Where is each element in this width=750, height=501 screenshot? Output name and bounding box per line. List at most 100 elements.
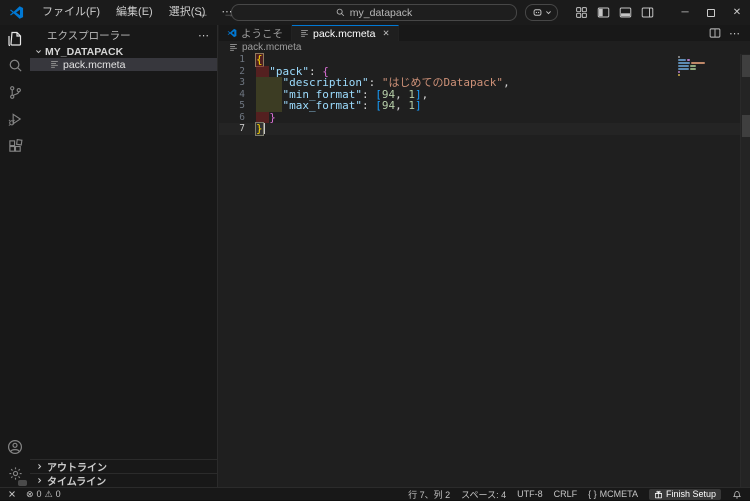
code-token: }	[269, 112, 276, 124]
folder-name: MY_DATAPACK	[45, 46, 123, 58]
vscode-logo-icon	[9, 5, 24, 20]
indentation-setting[interactable]: スペース: 4	[461, 488, 506, 501]
tab-label: pack.mcmeta	[313, 28, 375, 40]
tab-label: ようこそ	[241, 26, 283, 41]
code-lines: 1{2"pack": {3"description": "はじめてのDatapa…	[219, 54, 750, 135]
line-number: 4	[219, 89, 245, 101]
code-line-3[interactable]: 3"description": "はじめてのDatapack",	[219, 77, 750, 89]
breadcrumb[interactable]: pack.mcmeta	[219, 41, 750, 54]
remote-indicator-icon[interactable]	[7, 489, 17, 499]
file-pack-mcmeta[interactable]: pack.mcmeta	[30, 58, 217, 71]
minimap-mark	[690, 68, 696, 70]
copilot-icon	[532, 7, 543, 18]
explorer-more-actions-icon[interactable]: ⋯	[198, 29, 209, 42]
split-editor-icon[interactable]	[709, 27, 721, 39]
code-token: ]	[415, 100, 422, 112]
extensions-icon[interactable]	[0, 133, 30, 160]
minimap-row	[678, 65, 710, 67]
chevron-down-icon	[545, 9, 552, 16]
tab-pack-mcmeta[interactable]: pack.mcmeta ✕	[292, 25, 399, 41]
eol-setting[interactable]: CRLF	[554, 489, 578, 499]
minimap-row	[678, 68, 710, 70]
code-line-1[interactable]: 1{	[219, 54, 750, 66]
minimap-mark	[678, 68, 689, 70]
code-token: "max_format"	[282, 100, 361, 112]
more-actions-icon[interactable]: ⋯	[729, 27, 740, 40]
customize-layout-icon[interactable]	[575, 6, 588, 19]
tab-welcome[interactable]: ようこそ	[219, 25, 292, 41]
code-line-6[interactable]: 6}	[219, 112, 750, 124]
tab-close-icon[interactable]: ✕	[382, 28, 389, 39]
text-cursor	[264, 123, 265, 134]
code-token: "description"	[282, 77, 368, 89]
gift-icon	[654, 490, 663, 499]
finish-setup-button[interactable]: Finish Setup	[649, 489, 721, 500]
braces-icon: { }	[588, 489, 597, 499]
editor-scrollbar[interactable]	[740, 54, 750, 487]
minimap-mark	[678, 74, 680, 76]
cursor-position[interactable]: 行 7、列 2	[408, 488, 450, 501]
minimap[interactable]	[678, 56, 710, 77]
line-number: 6	[219, 112, 245, 124]
code-token: ,	[422, 89, 429, 101]
toggle-panel-icon[interactable]	[619, 6, 632, 19]
language-mode[interactable]: { } MCMETA	[588, 489, 638, 499]
line-number: 7	[219, 123, 245, 135]
line-number: 3	[219, 77, 245, 89]
code-token: 1	[408, 100, 415, 112]
layout-controls	[575, 0, 654, 25]
minimize-icon[interactable]: ─	[672, 0, 698, 25]
search-view-icon[interactable]	[0, 52, 30, 79]
minimap-row	[678, 71, 710, 73]
maximize-icon[interactable]	[698, 0, 724, 25]
run-and-debug-icon[interactable]	[0, 106, 30, 133]
close-icon[interactable]: ✕	[724, 0, 750, 25]
encoding-setting[interactable]: UTF-8	[517, 489, 543, 499]
search-value: my_datapack	[350, 7, 412, 19]
mcmeta-file-icon	[229, 43, 238, 52]
window-controls: ─ ✕	[672, 0, 750, 25]
menu-edit[interactable]: 編集(E)	[108, 3, 161, 22]
vscode-logo-icon	[227, 28, 237, 38]
minimap-mark	[691, 62, 705, 64]
outline-section[interactable]: アウトライン	[30, 459, 217, 473]
error-count: 0	[37, 489, 42, 499]
menu-file[interactable]: ファイル(F)	[34, 3, 108, 22]
minimap-mark	[678, 59, 686, 61]
editor-group: ようこそ pack.mcmeta ✕ ⋯ pack.mcmeta	[219, 25, 750, 487]
toggle-primary-sidebar-icon[interactable]	[597, 6, 610, 19]
folder-my-datapack[interactable]: MY_DATAPACK	[30, 45, 217, 58]
search-icon	[336, 8, 345, 17]
explorer-icon[interactable]	[0, 25, 30, 52]
titlebar: ファイル(F) 編集(E) 選択(S) ⋯ ← → my_datapack	[0, 0, 750, 25]
minimap-row	[678, 62, 710, 64]
notifications-bell-icon[interactable]	[732, 489, 742, 499]
settings-gear-icon[interactable]	[0, 460, 30, 487]
code-line-5[interactable]: 5"max_format": [94, 1]	[219, 100, 750, 112]
source-control-icon[interactable]	[0, 79, 30, 106]
code-editor[interactable]: 1{2"pack": {3"description": "はじめてのDatapa…	[219, 54, 750, 487]
copilot-menu-button[interactable]	[525, 4, 558, 21]
explorer-sidebar: エクスプローラー ⋯ MY_DATAPACK pack.mcmeta アウトライ…	[30, 25, 218, 487]
outline-label: アウトライン	[47, 459, 107, 474]
timeline-label: タイムライン	[47, 473, 106, 488]
minimap-row	[678, 59, 710, 61]
warning-count: 0	[56, 489, 61, 499]
minimap-mark	[678, 56, 680, 58]
explorer-header: エクスプローラー ⋯	[30, 25, 217, 45]
indent-highlight	[256, 77, 282, 89]
problems-indicator[interactable]: ⊗ 0 ⚠ 0	[26, 489, 61, 500]
accounts-icon[interactable]	[0, 433, 30, 460]
warning-icon: ⚠	[45, 489, 53, 500]
back-icon[interactable]: ←	[190, 6, 216, 20]
code-line-7[interactable]: 7}	[219, 123, 750, 135]
indent-highlight	[256, 66, 269, 78]
timeline-section[interactable]: タイムライン	[30, 473, 217, 487]
search-box[interactable]: my_datapack	[231, 4, 517, 21]
toggle-secondary-sidebar-icon[interactable]	[641, 6, 654, 19]
indent-highlight	[256, 100, 282, 112]
indent-highlight	[256, 89, 282, 101]
editor-actions: ⋯	[709, 25, 750, 41]
minimap-row	[678, 56, 710, 58]
vscode-window: ファイル(F) 編集(E) 選択(S) ⋯ ← → my_datapack	[0, 0, 750, 500]
